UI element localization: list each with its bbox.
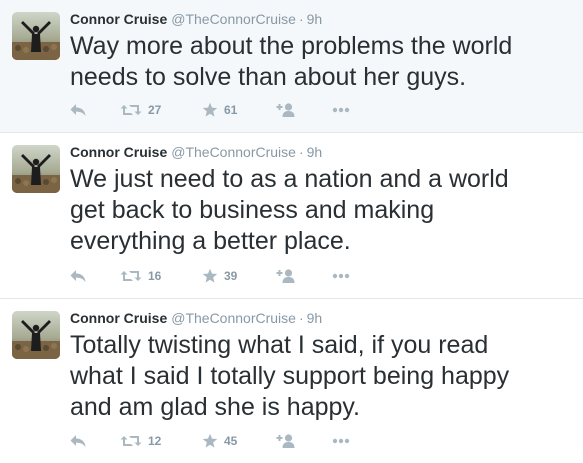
retweet-button[interactable]: 27 — [120, 100, 161, 120]
avatar[interactable] — [12, 145, 60, 193]
user-handle[interactable]: @TheConnorCruise — [171, 310, 296, 326]
user-handle[interactable]: @TheConnorCruise — [171, 11, 296, 27]
follow-button[interactable] — [276, 431, 296, 451]
tweet[interactable]: Connor Cruise @TheConnorCruise · 9h Way mor… — [0, 0, 583, 133]
more-icon — [332, 107, 350, 113]
follow-button[interactable] — [276, 100, 296, 120]
retweet-button[interactable]: 12 — [120, 431, 161, 451]
favorite-icon — [202, 268, 218, 284]
favorite-count: 39 — [224, 269, 238, 283]
follow-icon — [276, 268, 296, 284]
retweet-count: 16 — [148, 269, 162, 283]
follow-icon — [276, 433, 296, 449]
separator: · — [298, 310, 304, 326]
tweet-header: Connor Cruise @TheConnorCruise · 9h — [70, 10, 322, 28]
tweet-actions: 12 45 — [70, 431, 370, 451]
tweet-text: Totally twisting what I said, if you rea… — [70, 331, 510, 421]
timestamp[interactable]: 9h — [307, 310, 323, 326]
favorite-button[interactable]: 61 — [202, 100, 237, 120]
user-name[interactable]: Connor Cruise — [70, 144, 167, 160]
tweet-actions: 27 61 — [70, 100, 370, 120]
more-icon — [332, 438, 350, 444]
user-name[interactable]: Connor Cruise — [70, 310, 167, 326]
separator: · — [298, 144, 304, 160]
favorite-count: 45 — [224, 434, 238, 448]
favorite-count: 61 — [224, 103, 238, 117]
reply-button[interactable] — [70, 100, 86, 120]
tweet-text: We just need to as a nation and a world … — [70, 165, 509, 255]
user-handle[interactable]: @TheConnorCruise — [171, 144, 296, 160]
tweet[interactable]: Connor Cruise @TheConnorCruise · 9h Totally… — [0, 299, 583, 463]
reply-icon — [70, 103, 86, 117]
tweet-header: Connor Cruise @TheConnorCruise · 9h — [70, 143, 322, 161]
reply-icon — [70, 434, 86, 448]
separator: · — [298, 11, 304, 27]
user-name[interactable]: Connor Cruise — [70, 11, 167, 27]
more-icon — [332, 273, 350, 279]
favorite-icon — [202, 433, 218, 449]
timestamp[interactable]: 9h — [307, 144, 323, 160]
retweet-count: 27 — [148, 103, 162, 117]
tweet-header: Connor Cruise @TheConnorCruise · 9h — [70, 309, 322, 327]
tweet[interactable]: Connor Cruise @TheConnorCruise · 9h We just… — [0, 133, 583, 299]
tweet-text: Way more about the problems the world ne… — [70, 32, 513, 91]
reply-icon — [70, 269, 86, 283]
retweet-icon — [120, 103, 142, 117]
follow-icon — [276, 102, 296, 118]
favorite-button[interactable]: 45 — [202, 431, 237, 451]
retweet-button[interactable]: 16 — [120, 266, 161, 286]
timeline: Connor Cruise @TheConnorCruise · 9h Way mor… — [0, 0, 583, 463]
more-button[interactable] — [332, 266, 350, 286]
more-button[interactable] — [332, 100, 350, 120]
more-button[interactable] — [332, 431, 350, 451]
avatar[interactable] — [12, 12, 60, 60]
retweet-count: 12 — [148, 434, 162, 448]
reply-button[interactable] — [70, 266, 86, 286]
retweet-icon — [120, 269, 142, 283]
reply-button[interactable] — [70, 431, 86, 451]
timestamp[interactable]: 9h — [307, 11, 323, 27]
retweet-icon — [120, 434, 142, 448]
favorite-button[interactable]: 39 — [202, 266, 237, 286]
tweet-actions: 16 39 — [70, 266, 370, 286]
avatar[interactable] — [12, 311, 60, 359]
follow-button[interactable] — [276, 266, 296, 286]
favorite-icon — [202, 102, 218, 118]
